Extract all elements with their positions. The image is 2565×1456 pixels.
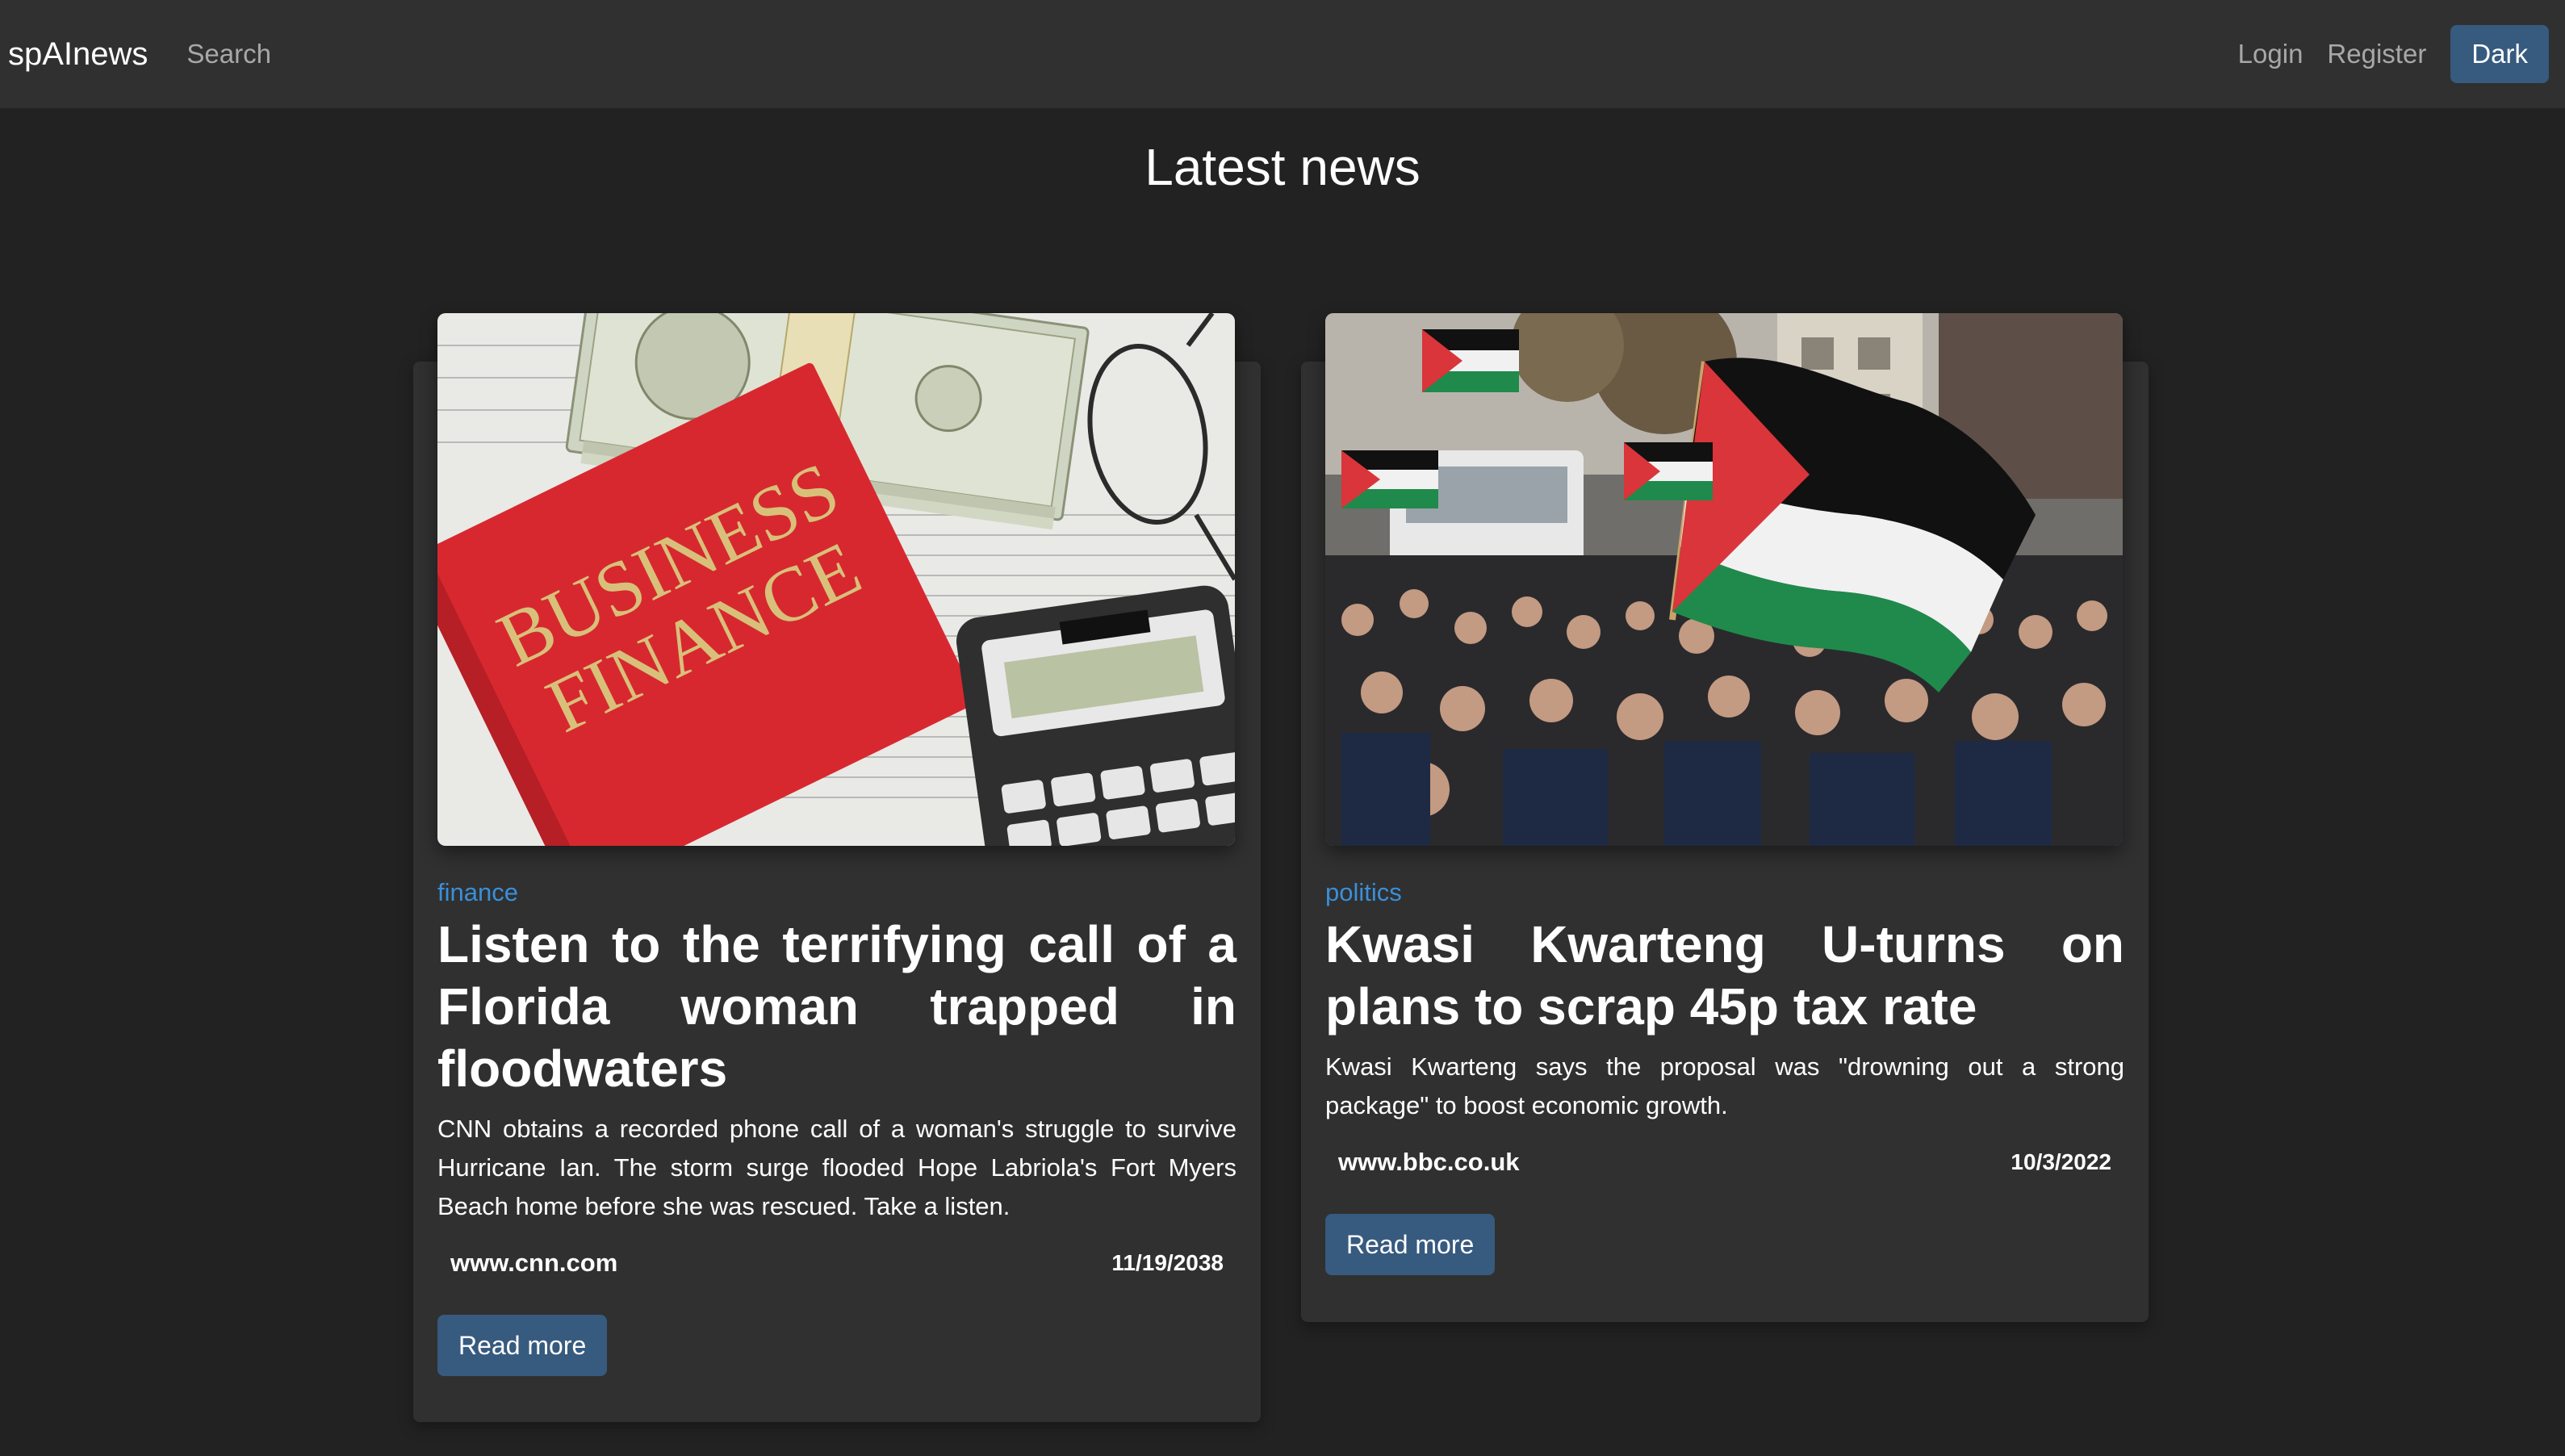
theme-toggle-button[interactable]: Dark	[2450, 25, 2549, 83]
article-summary: Kwasi Kwarteng says the proposal was "dr…	[1325, 1052, 2124, 1119]
top-navbar: spAInews Search Login Register Dark	[0, 0, 2565, 108]
page-title: Latest news	[1144, 138, 1421, 196]
article-source: www.bbc.co.uk	[1338, 1148, 1520, 1176]
article-image-politics[interactable]	[1325, 313, 2123, 846]
article-meta: www.cnn.com 11/19/2038	[437, 1249, 1236, 1278]
protest-crowd-illustration	[1325, 313, 2123, 846]
article-image-finance[interactable]: BUSINESS FINANCE	[437, 313, 1235, 846]
article-date: 10/3/2022	[2011, 1149, 2111, 1174]
article-source: www.cnn.com	[450, 1249, 618, 1277]
login-link[interactable]: Login	[2238, 39, 2303, 69]
read-more-button[interactable]: Read more	[437, 1315, 608, 1376]
article-meta: www.bbc.co.uk 10/3/2022	[1325, 1148, 2124, 1177]
category-link[interactable]: politics	[1325, 878, 2124, 907]
category-link[interactable]: finance	[437, 878, 1236, 907]
register-link[interactable]: Register	[2327, 39, 2426, 69]
news-card: BUSINESS FINANCE finance Listen to the t…	[413, 313, 1261, 1422]
nav-right-group: Login Register Dark	[2238, 25, 2557, 83]
article-headline[interactable]: Listen to the terrifying call of a Flori…	[437, 914, 1236, 1100]
article-headline[interactable]: Kwasi Kwarteng U-turns on plans to scrap…	[1325, 914, 2124, 1038]
news-card: politics Kwasi Kwarteng U-turns on plans…	[1301, 313, 2149, 1322]
search-link[interactable]: Search	[186, 39, 271, 69]
read-more-button[interactable]: Read more	[1325, 1214, 1496, 1275]
brand-logo[interactable]: spAInews	[8, 36, 148, 73]
finance-illustration: BUSINESS FINANCE	[437, 313, 1235, 846]
article-summary: CNN obtains a recorded phone call of a w…	[437, 1115, 1236, 1220]
article-date: 11/19/2038	[1111, 1250, 1224, 1275]
